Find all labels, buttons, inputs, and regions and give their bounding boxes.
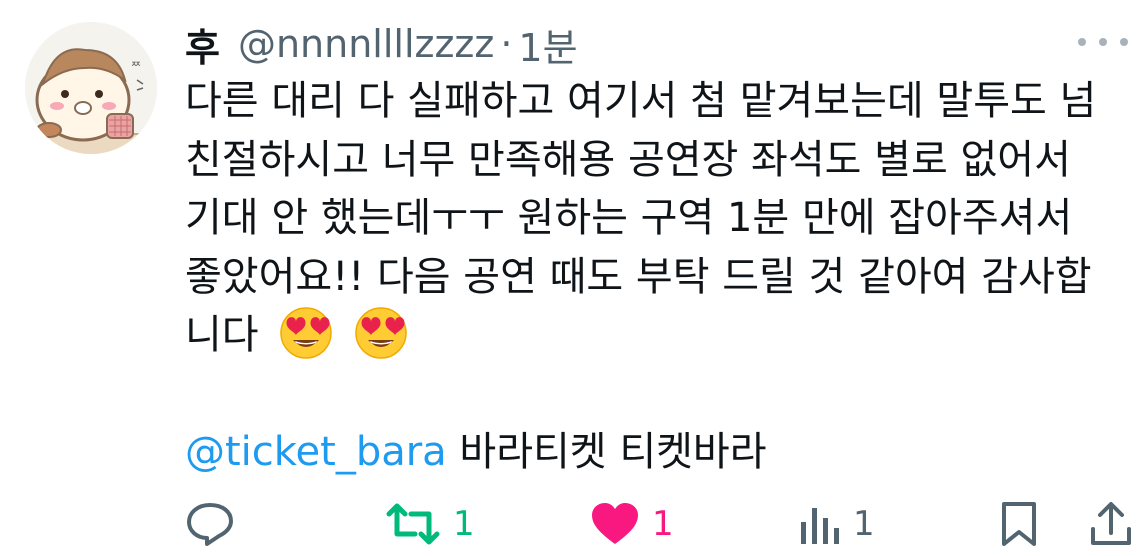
tweet-header: 후 @nnnnllllzzzz · 1분: [185, 14, 578, 74]
more-dot: [1099, 38, 1107, 46]
heart-icon: [592, 503, 638, 544]
views-count: 1: [853, 504, 875, 544]
tweet-text-line: 다른 대리 다 실패하고 여기서 첨 맡겨보는데 말투도 넘: [185, 78, 1097, 124]
heart-eyes-emoji-icon: [279, 306, 333, 360]
like-button[interactable]: 1: [590, 496, 674, 552]
svg-text:ᄍ: ᄍ: [131, 60, 141, 73]
timestamp[interactable]: 1분: [518, 17, 577, 72]
tweet-text-line-last: 니다: [185, 306, 1137, 365]
tweet-actions: 1 1 1: [185, 496, 1135, 556]
bookmark-icon: [1002, 502, 1036, 546]
mention-link[interactable]: @ticket_bara: [185, 429, 447, 475]
avatar[interactable]: ᄍ: [25, 22, 157, 154]
avatar-illustration: ᄍ: [25, 22, 157, 154]
more-options-icon[interactable]: [1078, 30, 1128, 54]
share-button[interactable]: [1090, 496, 1132, 552]
tweet-text-line: 좋았어요!! 다음 공연 때도 부탁 드릴 것 같아여 감사합: [185, 253, 1092, 300]
tweet-text-line: 기대 안 했는데ㅜㅜ 원하는 구역 1분 만에 잡아주셔서: [185, 195, 1073, 241]
heart-eyes-emoji-icon: [354, 306, 408, 360]
views-icon: [801, 508, 839, 544]
separator-dot: ·: [500, 22, 513, 66]
tweet-text: 다른 대리 다 실패하고 여기서 첨 맡겨보는데 말투도 넘 친절하시고 너무 …: [185, 72, 1137, 365]
tweet-text-line: 친절하시고 너무 만족해용 공연장 좌석도 별로 없어서: [185, 136, 1071, 183]
more-dot: [1120, 38, 1128, 46]
like-count: 1: [652, 504, 674, 544]
mention-suffix-text: 바라티켓 티켓바라: [446, 429, 767, 475]
reply-button[interactable]: [185, 496, 235, 552]
tweet-text-fragment: 니다: [185, 312, 259, 358]
reply-icon: [187, 503, 233, 546]
retweet-count: 1: [453, 504, 475, 544]
views-button[interactable]: 1: [797, 496, 875, 552]
user-handle[interactable]: @nnnnllllzzzz: [238, 22, 494, 66]
bookmark-button[interactable]: [1000, 496, 1038, 552]
retweet-button[interactable]: 1: [385, 496, 475, 552]
display-name[interactable]: 후: [185, 17, 220, 72]
share-icon: [1091, 502, 1131, 545]
tweet-mention-line: @ticket_bara 바라티켓 티켓바라: [185, 423, 767, 481]
more-dot: [1078, 38, 1086, 46]
retweet-icon: [386, 503, 440, 545]
